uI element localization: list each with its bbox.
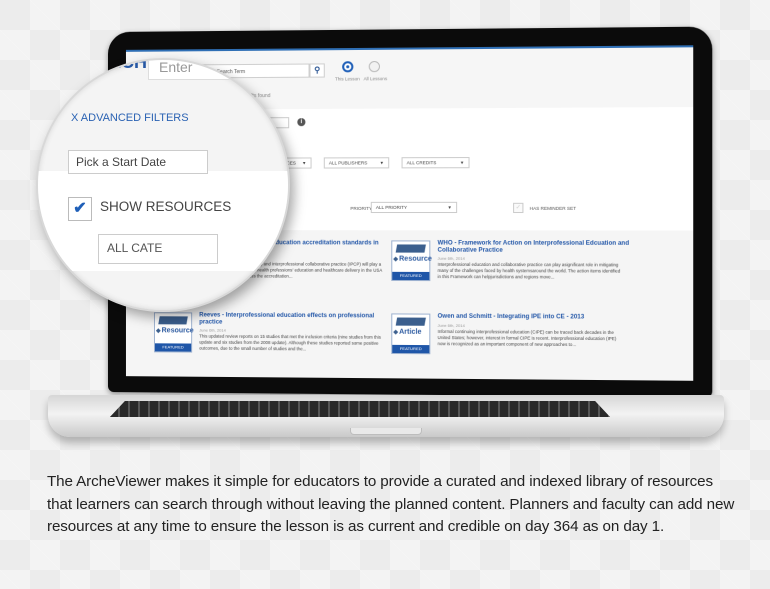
resource-thumbnail: Article FEATURED bbox=[391, 313, 431, 355]
resource-type: Resource bbox=[393, 256, 432, 263]
result-card[interactable]: Article FEATURED Owen and Schmitt - Inte… bbox=[391, 313, 630, 380]
show-resources-label: SHOW RESOURCES bbox=[100, 199, 232, 214]
laptop-notch bbox=[350, 428, 422, 435]
chevron-down-icon: ▾ bbox=[448, 204, 451, 211]
all-categories-select[interactable]: ALL CATE bbox=[98, 234, 218, 264]
result-date: June 6th, 2014 bbox=[437, 322, 465, 329]
radio-this-lesson-label: This Lesson bbox=[334, 76, 360, 82]
chevron-down-icon: ▾ bbox=[460, 160, 464, 167]
featured-badge: FEATURED bbox=[392, 271, 430, 281]
result-description: Informal continuing interprofessional ed… bbox=[437, 328, 617, 348]
resource-thumbnail: Resource FEATURED bbox=[391, 240, 432, 282]
result-title[interactable]: Reeves - Interprofessional education eff… bbox=[199, 312, 387, 327]
radio-this-lesson[interactable] bbox=[342, 61, 354, 73]
result-date: June 6th, 2014 bbox=[199, 327, 226, 333]
checkmark-icon: ✔ bbox=[73, 200, 87, 217]
credits-select[interactable]: ALL CREDITS ▾ bbox=[401, 157, 470, 169]
has-reminder-label: HAS REMINDER SET bbox=[529, 205, 577, 211]
resource-thumbnail: Resource FEATURED bbox=[153, 312, 194, 353]
search-title: SEARCH bbox=[71, 58, 148, 72]
logo-banner-icon bbox=[158, 316, 188, 325]
radio-all-lessons[interactable] bbox=[368, 60, 380, 73]
has-reminder-checkbox[interactable]: ✓ bbox=[513, 202, 524, 214]
caption-text: The ArcheViewer makes it simple for educ… bbox=[47, 473, 735, 535]
publishers-select[interactable]: ALL PUBLISHERS ▾ bbox=[323, 157, 390, 169]
result-title[interactable]: Owen and Schmitt - Integrating IPE into … bbox=[438, 314, 630, 322]
result-description: Interprofessional education and collabor… bbox=[437, 261, 621, 280]
featured-badge: FEATURED bbox=[154, 343, 192, 352]
start-date-input[interactable]: Pick a Start Date bbox=[68, 150, 208, 174]
radio-all-lessons-label: All Lessons bbox=[363, 76, 388, 82]
priority-select[interactable]: ALL PRIORITY ▾ bbox=[370, 201, 458, 214]
info-icon[interactable]: i bbox=[297, 118, 306, 127]
chevron-down-icon: ▾ bbox=[380, 160, 384, 167]
advanced-filters-toggle[interactable]: X ADVANCED FILTERS bbox=[71, 112, 189, 124]
logo-banner-icon bbox=[395, 317, 426, 326]
magnified-search-input[interactable]: Enter bbox=[148, 60, 238, 80]
result-date: June 6th, 2014 bbox=[437, 255, 465, 261]
magnifier-lens: SEARCH Enter X ADVANCED FILTERS Pick a S… bbox=[36, 58, 290, 312]
resource-type: Article bbox=[393, 329, 421, 336]
priority-label: PRIORITY bbox=[350, 205, 373, 211]
publishers-select-value: ALL PUBLISHERS bbox=[328, 160, 368, 166]
result-card[interactable]: Resource FEATURED WHO - Framework for Ac… bbox=[391, 240, 630, 312]
featured-badge: FEATURED bbox=[392, 344, 430, 354]
search-icon: ⚲ bbox=[314, 65, 321, 75]
keyboard bbox=[110, 401, 610, 417]
result-title[interactable]: WHO - Framework for Action on Interprofe… bbox=[438, 240, 630, 255]
credits-select-value: ALL CREDITS bbox=[406, 160, 437, 166]
resource-type: Resource bbox=[156, 327, 194, 334]
show-resources-checkbox[interactable]: ✔ bbox=[68, 197, 92, 221]
chevron-down-icon: ▾ bbox=[302, 160, 306, 167]
priority-select-value: ALL PRIORITY bbox=[375, 204, 408, 210]
result-card[interactable]: Resource FEATURED Reeves - Interprofessi… bbox=[153, 312, 387, 381]
search-button[interactable]: ⚲ bbox=[309, 63, 325, 78]
result-description: This updated review reports on 15 studie… bbox=[199, 333, 381, 352]
logo-banner-icon bbox=[395, 244, 426, 253]
